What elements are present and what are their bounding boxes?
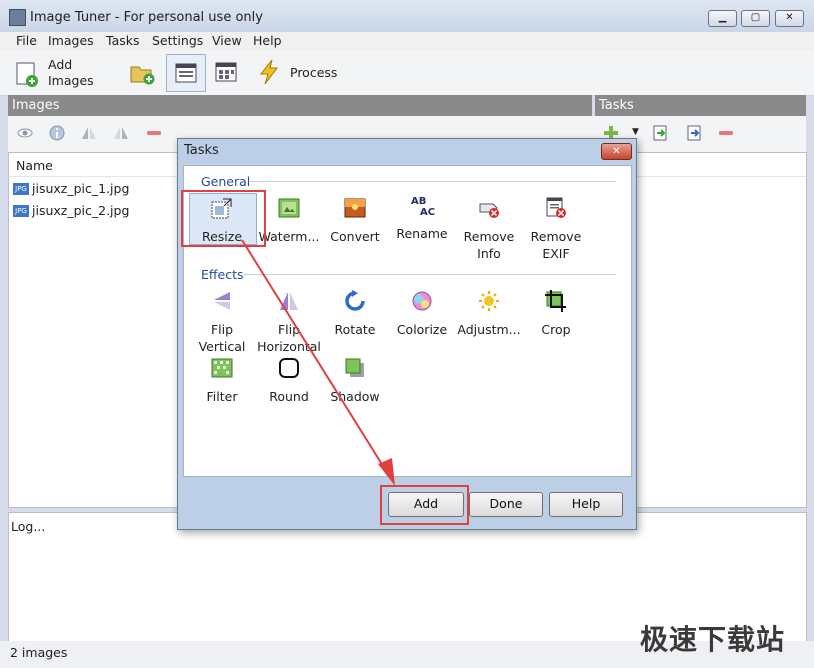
flip-right-icon[interactable] <box>113 125 129 141</box>
menu-images[interactable]: Images <box>48 33 94 48</box>
convert-icon <box>344 198 366 218</box>
task-label: Remove <box>530 229 582 244</box>
rename-icon: AB AC <box>411 196 436 219</box>
task-adjustments[interactable]: Adjustm... <box>456 290 522 338</box>
add-folder-icon[interactable] <box>129 61 155 85</box>
rename-glyph-ab: AB <box>411 196 427 207</box>
sun-icon <box>479 291 499 311</box>
info-icon[interactable] <box>49 125 65 141</box>
dialog-close-button[interactable]: ✕ <box>601 143 632 160</box>
rename-glyph-ac: AC <box>420 207 436 218</box>
add-highlight-box <box>380 485 469 525</box>
jpg-file-icon: JPG <box>13 205 29 217</box>
lightning-icon <box>259 59 278 85</box>
add-image-icon <box>16 62 38 87</box>
tasks-header-label: Tasks <box>599 98 634 113</box>
task-label: Remove <box>463 229 515 244</box>
list-view-button[interactable] <box>166 54 206 92</box>
done-button[interactable]: Done <box>469 492 543 517</box>
remove-info-icon <box>479 203 499 218</box>
menu-view[interactable]: View <box>212 33 242 48</box>
close-button[interactable]: ✕ <box>775 10 804 27</box>
watermark-icon <box>278 198 300 218</box>
task-sublabel: Info <box>477 246 501 261</box>
images-panel-header: Images <box>8 95 592 116</box>
general-group-label: General <box>201 174 251 189</box>
site-watermark: 极速下载站 <box>640 623 786 656</box>
file-name: jisuxz_pic_1.jpg <box>32 181 130 196</box>
add-images-button[interactable]: Add Images <box>13 57 113 92</box>
tasks-panel-header: Tasks <box>595 95 806 116</box>
menu-settings[interactable]: Settings <box>152 33 203 48</box>
list-item[interactable]: JPG jisuxz_pic_2.jpg <box>13 203 173 221</box>
toolbar <box>0 50 814 96</box>
thumbnail-view-icon[interactable] <box>215 62 237 82</box>
task-remove-exif[interactable]: Remove EXIF <box>523 197 589 262</box>
task-rename[interactable]: AB AC Rename <box>389 197 455 242</box>
remove-task-icon[interactable] <box>718 125 734 141</box>
add-images-label-2: Images <box>48 73 94 88</box>
menu-help[interactable]: Help <box>253 33 282 48</box>
process-label: Process <box>290 65 338 80</box>
maximize-button[interactable]: ▢ <box>741 10 770 27</box>
log-text: Log... <box>11 519 46 534</box>
task-crop[interactable]: Crop <box>523 290 589 338</box>
app-icon <box>9 9 26 26</box>
process-button[interactable]: Process <box>256 56 346 88</box>
details-view-icon <box>175 63 197 83</box>
filter-icon <box>211 358 233 378</box>
task-label: Crop <box>541 322 571 337</box>
status-text: 2 images <box>10 645 68 660</box>
images-header-label: Images <box>12 98 60 113</box>
preview-eye-icon[interactable] <box>17 125 33 141</box>
menu-file[interactable]: File <box>16 33 37 48</box>
menu-tasks[interactable]: Tasks <box>106 33 140 48</box>
dialog-title: Tasks <box>184 143 219 158</box>
annotation-arrow <box>241 239 395 486</box>
task-sublabel: EXIF <box>542 246 570 261</box>
column-header-name[interactable]: Name <box>16 158 53 173</box>
add-task-dropdown-icon[interactable]: ▼ <box>632 127 639 137</box>
colorize-icon <box>412 291 432 311</box>
import-task-icon[interactable] <box>652 125 668 141</box>
file-name: jisuxz_pic_2.jpg <box>32 203 130 218</box>
flip-left-icon[interactable] <box>81 125 97 141</box>
jpg-file-icon: JPG <box>13 183 29 195</box>
window-title: Image Tuner - For personal use only <box>30 10 263 25</box>
crop-icon <box>545 290 566 312</box>
remove-image-icon[interactable] <box>146 125 162 141</box>
help-button[interactable]: Help <box>549 492 623 517</box>
task-label: Adjustm... <box>457 322 521 337</box>
effects-group-label: Effects <box>201 267 244 282</box>
minimize-button[interactable]: ▁ <box>708 10 737 27</box>
remove-exif-icon <box>546 197 566 218</box>
add-images-label-1: Add <box>48 57 73 72</box>
flip-vertical-icon <box>214 292 230 310</box>
general-divider <box>250 181 616 182</box>
list-item[interactable]: JPG jisuxz_pic_1.jpg <box>13 181 173 199</box>
export-task-icon[interactable] <box>686 125 702 141</box>
task-remove-info[interactable]: Remove Info <box>456 197 522 262</box>
